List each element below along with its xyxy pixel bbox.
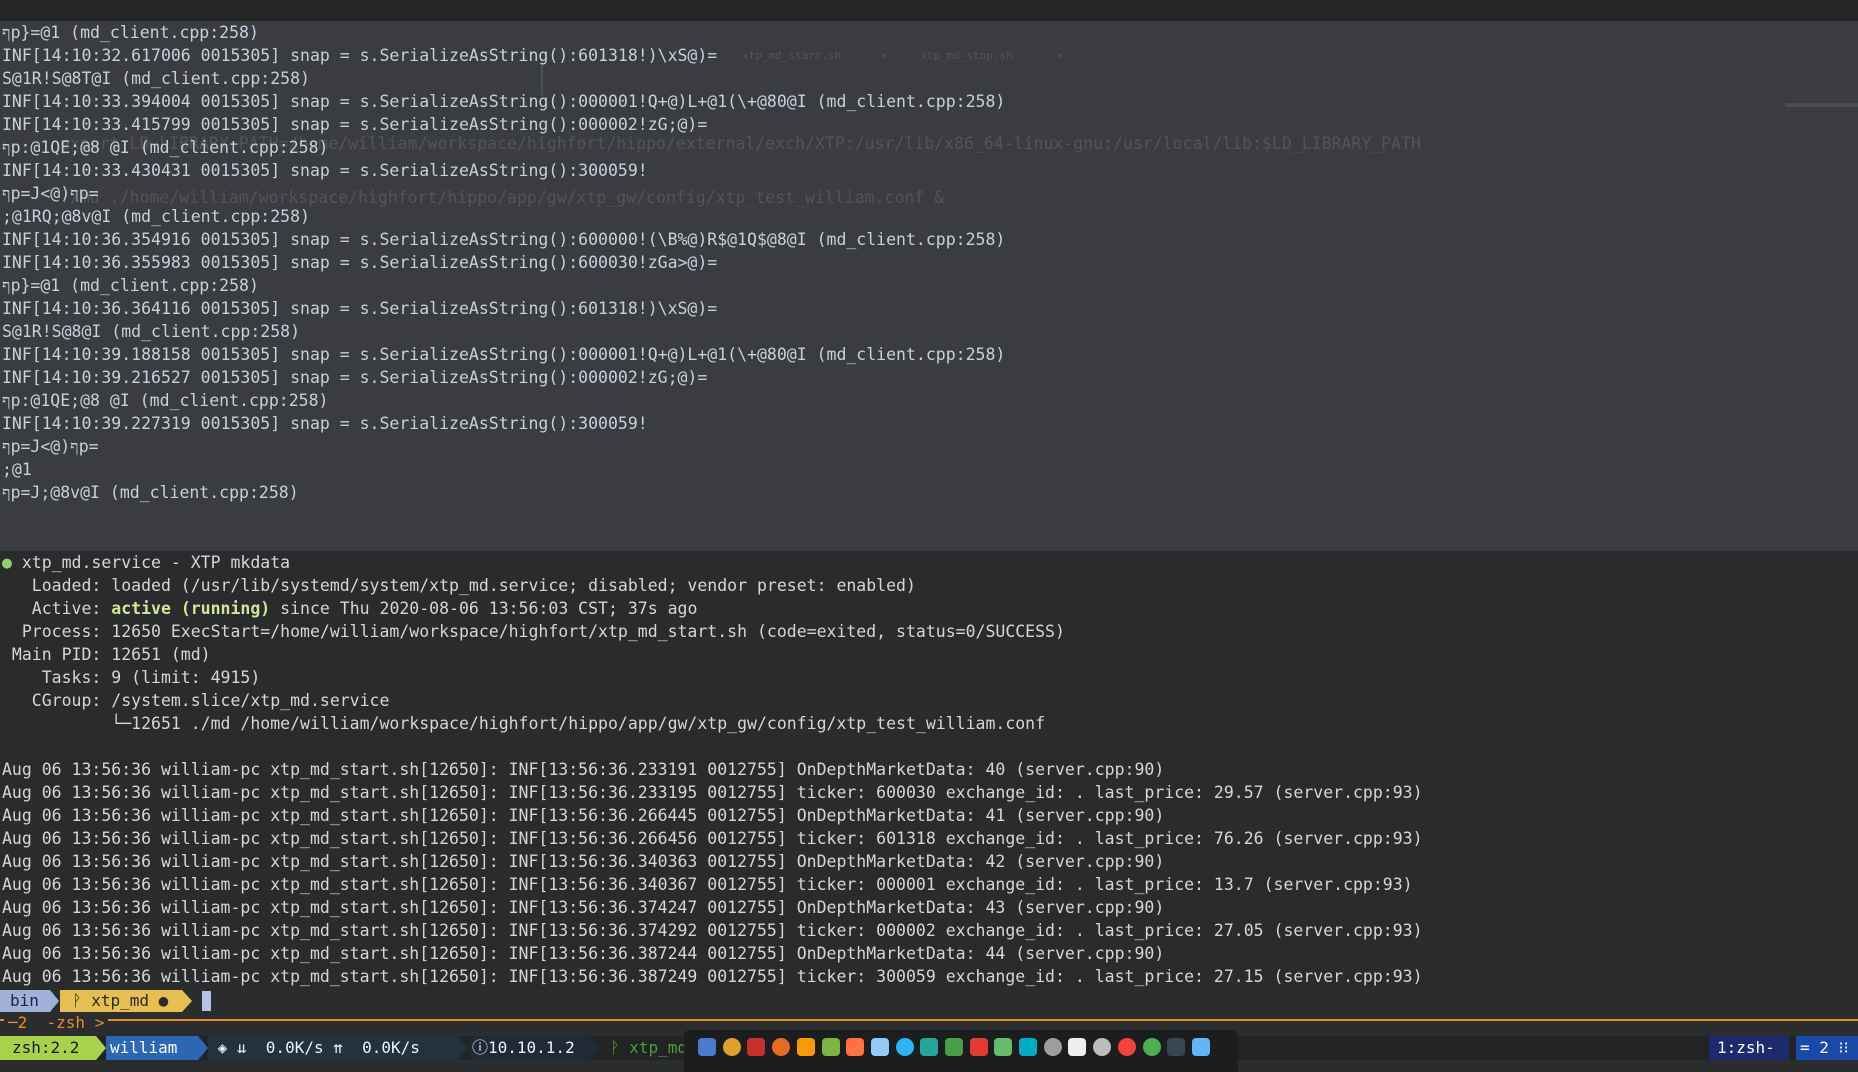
wrench-icon[interactable] — [994, 1038, 1012, 1056]
ghost-editor-tab-2: xtp_md_stop.sh — [920, 49, 1013, 62]
log-line: INF[14:10:36.355983 0015305] snap = s.Se… — [2, 253, 718, 272]
service-cgroup: CGroup: /system.slice/xtp_md.service — [2, 691, 390, 710]
service-title: xtp_md.service - XTP mkdata — [11, 553, 291, 572]
redis-icon[interactable] — [747, 1038, 765, 1056]
journal-line: Aug 06 13:56:36 william-pc xtp_md_start.… — [2, 760, 1165, 779]
app-icon[interactable] — [970, 1038, 988, 1056]
log-line: ;@1RQ;@8v@I (md_client.cpp:258) — [2, 207, 310, 226]
status-branch: ᚹ xtp_md — [610, 1038, 688, 1057]
log-line: ;@1 — [2, 460, 32, 479]
prompt-dir: bin — [0, 990, 50, 1012]
files-icon[interactable] — [822, 1038, 840, 1056]
log-line: INF[14:10:36.354916 0015305] snap = s.Se… — [2, 230, 1006, 249]
monitor-icon[interactable] — [1167, 1038, 1185, 1056]
service-header: ● xtp_md.service - XTP mkdata — [2, 551, 290, 574]
status-user: william — [106, 1036, 198, 1060]
ghost-tab-close-icon: × — [1056, 49, 1063, 62]
clion-icon[interactable] — [920, 1038, 938, 1056]
log-line: INF[14:10:32.617006 0015305] snap = s.Se… — [2, 46, 718, 65]
service-active: Active: active (running) since Thu 2020-… — [2, 597, 698, 620]
tmux-pane-label: ─2 -zsh > — [4, 1012, 109, 1034]
log-line: ףp=J<@)ףp= — [2, 437, 99, 456]
anchor-icon[interactable] — [698, 1038, 716, 1056]
colorpicker-icon[interactable] — [1118, 1038, 1136, 1056]
status-network-speed: ◈ ⇊ 0.0K/s ⇈ 0.0K/s — [208, 1036, 458, 1060]
log-line: ףp=J;@8v@I (md_client.cpp:258) — [2, 483, 299, 502]
status-ip: ⓘ10.10.1.2 — [470, 1036, 590, 1060]
journal-line: Aug 06 13:56:36 william-pc xtp_md_start.… — [2, 875, 1413, 894]
log-line: INF[14:10:39.216527 0015305] snap = s.Se… — [2, 368, 708, 387]
typora-icon[interactable] — [1068, 1038, 1086, 1056]
active-state: active (running) — [111, 599, 271, 618]
log-line: ףp:@1QE;@8 @I (md_client.cpp:258) — [2, 391, 329, 410]
wechat-icon[interactable] — [1093, 1038, 1111, 1056]
status-separator-icon — [198, 1036, 208, 1060]
log-line: INF[14:10:39.227319 0015305] snap = s.Se… — [2, 414, 648, 433]
text-cursor[interactable] — [202, 991, 211, 1011]
status-dot-icon: ● — [2, 553, 12, 572]
tmux-border-line — [0, 1019, 1858, 1021]
active-since: since Thu 2020-08-06 13:56:03 CST; 37s a… — [270, 599, 698, 618]
log-line: INF[14:10:33.394004 0015305] snap = s.Se… — [2, 92, 1006, 111]
journal-line: Aug 06 13:56:36 william-pc xtp_md_start.… — [2, 852, 1165, 871]
service-loaded: Loaded: loaded (/usr/lib/systemd/system/… — [2, 576, 916, 595]
status-separator-icon — [590, 1036, 600, 1060]
pycharm-icon[interactable] — [945, 1038, 963, 1056]
journal-line: Aug 06 13:56:36 william-pc xtp_md_start.… — [2, 783, 1423, 802]
journal-line: Aug 06 13:56:36 william-pc xtp_md_start.… — [2, 898, 1165, 917]
chrome-icon[interactable] — [723, 1038, 741, 1056]
service-main-pid: Main PID: 12651 (md) — [2, 645, 211, 664]
service-cgroup-child: └─12651 ./md /home/william/workspace/hig… — [2, 714, 1046, 733]
status-separator-icon — [458, 1036, 468, 1060]
prompt-separator-icon — [50, 990, 59, 1012]
ghost-editor-tab-1: xtp_md_start.sh — [742, 49, 842, 62]
shell-prompt[interactable]: bin ᚹ xtp_md ● — [0, 990, 1858, 1012]
log-line: ףp}=@1 (md_client.cpp:258) — [2, 23, 259, 42]
circle-icon[interactable] — [1044, 1038, 1062, 1056]
sublime-icon[interactable] — [797, 1038, 815, 1056]
log-line: ףp=J<@)ףp= — [2, 184, 99, 203]
journal-line: Aug 06 13:56:36 william-pc xtp_md_start.… — [2, 829, 1423, 848]
status-separator-icon — [96, 1036, 106, 1060]
service-tasks: Tasks: 9 (limit: 4915) — [2, 668, 261, 687]
prompt-git-branch: ᚹ xtp_md ● — [60, 990, 182, 1012]
tmux-window-2[interactable]: = 2 ⁝⁝ — [1796, 1036, 1858, 1060]
app-dock — [684, 1030, 1238, 1072]
terminal-pane-top[interactable]: xtp_md_start.sh × xtp_md_stop.sh × expor… — [0, 21, 1858, 551]
ghost-scrollbar — [1785, 103, 1858, 107]
ghost-tab-close-icon: × — [880, 49, 887, 62]
log-line: INF[14:10:36.364116 0015305] snap = s.Se… — [2, 299, 718, 318]
firefox-icon[interactable] — [772, 1038, 790, 1056]
log-line: INF[14:10:33.415799 0015305] snap = s.Se… — [2, 115, 708, 134]
log-line: S@1R!S@8@I (md_client.cpp:258) — [2, 322, 301, 341]
service-process: Process: 12650 ExecStart=/home/william/w… — [2, 622, 1065, 641]
log-line: S@1R!S@8T@I (md_client.cpp:258) — [2, 69, 310, 88]
browser-icon[interactable] — [896, 1038, 914, 1056]
pdf-icon[interactable] — [846, 1038, 864, 1056]
tmux-window-1[interactable]: 1:zsh- — [1709, 1036, 1789, 1060]
log-line: INF[14:10:33.430431 0015305] snap = s.Se… — [2, 161, 648, 180]
terminal-pane-bottom[interactable]: ● xtp_md.service - XTP mkdata Loaded: lo… — [0, 551, 1858, 996]
log-line: INF[14:10:39.188158 0015305] snap = s.Se… — [2, 345, 1006, 364]
display-icon[interactable] — [1192, 1038, 1210, 1056]
prompt-separator-icon — [182, 990, 192, 1012]
status-session: zsh:2.2 — [0, 1036, 96, 1060]
journal-line: Aug 06 13:56:36 william-pc xtp_md_start.… — [2, 921, 1423, 940]
log-line: ףp:@1QE;@8 @I (md_client.cpp:258) — [2, 138, 329, 157]
log-line: ףp}=@1 (md_client.cpp:258) — [2, 276, 259, 295]
journal-line: Aug 06 13:56:36 william-pc xtp_md_start.… — [2, 967, 1423, 986]
journal-line: Aug 06 13:56:36 william-pc xtp_md_start.… — [2, 944, 1165, 963]
mail-icon[interactable] — [871, 1038, 889, 1056]
terminal-icon[interactable] — [1143, 1038, 1161, 1056]
journal-line: Aug 06 13:56:36 william-pc xtp_md_start.… — [2, 806, 1165, 825]
window-top-bar — [0, 0, 1858, 21]
paint-icon[interactable] — [1019, 1038, 1037, 1056]
active-label: Active: — [2, 599, 112, 618]
